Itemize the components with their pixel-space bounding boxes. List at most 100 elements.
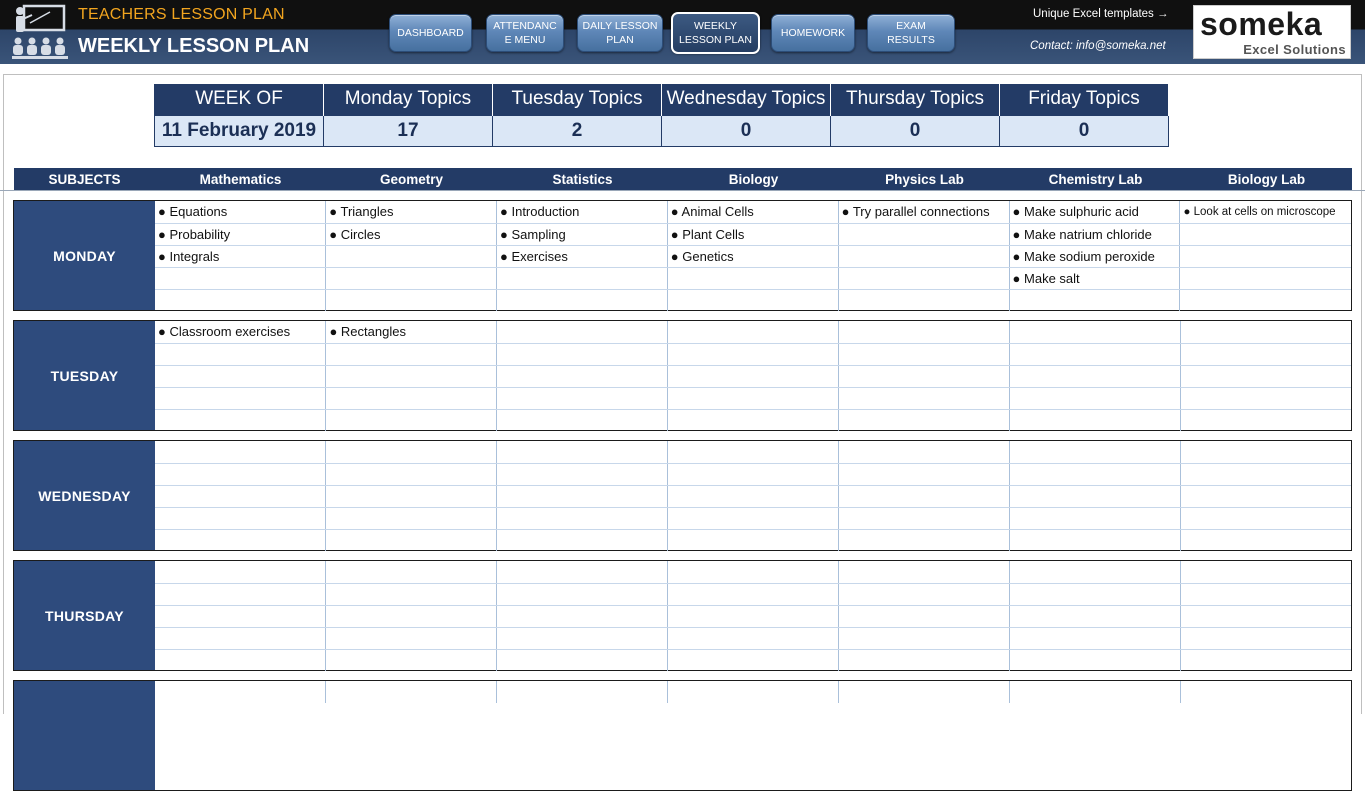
topic-cell-biology-lab[interactable] — [1179, 245, 1351, 268]
topic-cell-geometry[interactable] — [325, 441, 498, 464]
topic-cell-statistics[interactable] — [496, 561, 669, 584]
topic-cell-biology[interactable]: ● Animal Cells — [667, 201, 839, 224]
topic-cell-statistics[interactable] — [496, 507, 669, 530]
topic-cell-physics-lab[interactable] — [838, 343, 1010, 366]
topic-cell-biology-lab[interactable] — [1180, 321, 1351, 344]
topic-cell-physics-lab[interactable] — [838, 463, 1010, 486]
week-of-date-cell[interactable]: 11 February 2019 — [154, 114, 324, 147]
topic-cell-statistics[interactable] — [496, 627, 669, 650]
topic-cell-mathematics[interactable]: ● Equations — [155, 201, 327, 224]
topic-cell-physics-lab[interactable] — [838, 321, 1010, 344]
topic-cell-physics-lab[interactable] — [838, 245, 1010, 268]
topic-cell-mathematics[interactable] — [155, 627, 327, 650]
topic-cell-mathematics[interactable] — [155, 409, 327, 431]
topic-cell-biology[interactable] — [667, 321, 839, 344]
topic-cell-chemistry-lab[interactable] — [1009, 343, 1181, 366]
topic-cell-biology[interactable] — [667, 561, 839, 584]
topic-cell-mathematics[interactable] — [155, 441, 327, 464]
topic-cell-mathematics[interactable] — [155, 387, 327, 410]
topic-cell-physics-lab[interactable] — [838, 441, 1010, 464]
topic-cell-statistics[interactable] — [496, 267, 668, 290]
topic-cell-physics-lab[interactable] — [838, 561, 1010, 584]
topic-cell-mathematics[interactable] — [155, 507, 327, 530]
topic-cell-statistics[interactable]: ● Exercises — [496, 245, 668, 268]
topic-cell-chemistry-lab[interactable] — [1009, 485, 1181, 508]
topic-cell-statistics[interactable] — [496, 463, 669, 486]
topic-cell-chemistry-lab[interactable] — [1009, 561, 1181, 584]
topic-cell-physics-lab[interactable] — [838, 409, 1010, 431]
topic-cell-chemistry-lab[interactable]: ● Make salt — [1009, 267, 1181, 290]
templates-link[interactable]: Unique Excel templates → — [1033, 8, 1169, 20]
topic-cell-geometry[interactable] — [325, 485, 498, 508]
topic-cell-mathematics[interactable] — [155, 289, 327, 311]
topic-cell-biology[interactable]: ● Plant Cells — [667, 223, 839, 246]
nav-daily-lesson-plan-button[interactable]: DAILY LESSON PLAN — [577, 14, 663, 52]
topic-cell-biology[interactable] — [667, 485, 839, 508]
topic-cell-chemistry-lab[interactable] — [1009, 409, 1181, 431]
topic-cell-chemistry-lab[interactable] — [1009, 387, 1181, 410]
topic-cell-mathematics[interactable] — [155, 463, 327, 486]
topic-cell-geometry[interactable] — [325, 649, 498, 671]
topic-cell-geometry[interactable] — [325, 463, 498, 486]
topic-cell-physics-lab[interactable] — [838, 529, 1010, 551]
topic-cell-geometry[interactable] — [325, 267, 498, 290]
topic-cell-biology-lab[interactable] — [1180, 529, 1351, 551]
topic-cell-mathematics[interactable] — [155, 649, 327, 671]
topic-cell-chemistry-lab[interactable] — [1009, 289, 1181, 311]
topic-cell-geometry[interactable] — [325, 387, 498, 410]
topic-cell-geometry[interactable] — [325, 561, 498, 584]
topic-cell-biology[interactable] — [667, 627, 839, 650]
topic-cell-geometry[interactable]: ● Circles — [325, 223, 498, 246]
topic-cell-statistics[interactable] — [496, 289, 668, 311]
topic-cell-biology-lab[interactable] — [1180, 289, 1351, 311]
nav-weekly-lesson-plan-button[interactable]: WEEKLY LESSON PLAN — [671, 12, 760, 54]
topic-cell-biology[interactable] — [667, 583, 839, 606]
topic-cell-geometry[interactable] — [325, 529, 498, 551]
topic-cell-chemistry-lab[interactable] — [1009, 441, 1181, 464]
topic-cell-mathematics[interactable] — [155, 561, 327, 584]
topic-cell-geometry[interactable] — [325, 343, 498, 366]
topic-cell-chemistry-lab[interactable] — [1009, 365, 1181, 388]
topic-cell-chemistry-lab[interactable] — [1009, 507, 1181, 530]
topic-cell-biology-lab[interactable] — [1180, 507, 1351, 530]
topic-cell-biology-lab[interactable] — [1180, 627, 1351, 650]
topic-cell-mathematics[interactable] — [155, 365, 327, 388]
nav-attendance-menu-button[interactable]: ATTENDANC E MENU — [486, 14, 564, 52]
topic-cell-physics-lab[interactable] — [838, 387, 1010, 410]
topic-cell-geometry[interactable] — [325, 409, 498, 431]
topic-cell-physics-lab[interactable] — [838, 267, 1010, 290]
topic-cell-statistics[interactable] — [496, 365, 669, 388]
topic-cell-mathematics[interactable] — [155, 529, 327, 551]
topic-cell-mathematics[interactable] — [155, 605, 327, 628]
topic-cell-biology-lab[interactable] — [1180, 605, 1351, 628]
topic-cell-statistics[interactable]: ● Introduction — [496, 201, 668, 224]
topic-cell-statistics[interactable] — [496, 343, 669, 366]
topic-cell-chemistry-lab[interactable] — [1009, 529, 1181, 551]
topic-cell-geometry[interactable]: ● Triangles — [325, 201, 498, 224]
topic-cell-geometry[interactable] — [325, 245, 498, 268]
topic-cell-biology[interactable] — [667, 289, 839, 311]
topic-cell-biology[interactable] — [667, 463, 839, 486]
topic-cell-chemistry-lab[interactable]: ● Make sulphuric acid — [1009, 201, 1181, 224]
topic-cell-biology[interactable] — [667, 605, 839, 628]
topic-cell-physics-lab[interactable] — [838, 627, 1010, 650]
topic-cell-biology[interactable] — [667, 649, 839, 671]
topic-cell-biology-lab[interactable] — [1179, 267, 1351, 290]
topic-cell-biology[interactable] — [667, 507, 839, 530]
topic-cell-geometry[interactable] — [325, 627, 498, 650]
topic-cell-biology-lab[interactable] — [1180, 583, 1351, 606]
topic-cell-biology[interactable] — [667, 343, 839, 366]
topic-cell-biology[interactable] — [667, 529, 839, 551]
topic-cell-biology-lab[interactable] — [1180, 343, 1351, 366]
topic-cell-physics-lab[interactable] — [838, 485, 1010, 508]
topic-cell-biology[interactable] — [667, 365, 839, 388]
topic-cell-physics-lab[interactable]: ● Try parallel connections — [838, 201, 1010, 224]
topic-cell-biology-lab[interactable] — [1180, 485, 1351, 508]
topic-cell-chemistry-lab[interactable] — [1009, 463, 1181, 486]
nav-dashboard-button[interactable]: DASHBOARD — [389, 14, 472, 52]
topic-cell-statistics[interactable]: ● Sampling — [496, 223, 668, 246]
topic-cell-mathematics[interactable]: ● Probability — [155, 223, 327, 246]
topic-cell-geometry[interactable] — [325, 289, 498, 311]
topic-cell-geometry[interactable]: ● Rectangles — [325, 321, 498, 344]
topic-cell-physics-lab[interactable] — [838, 365, 1010, 388]
